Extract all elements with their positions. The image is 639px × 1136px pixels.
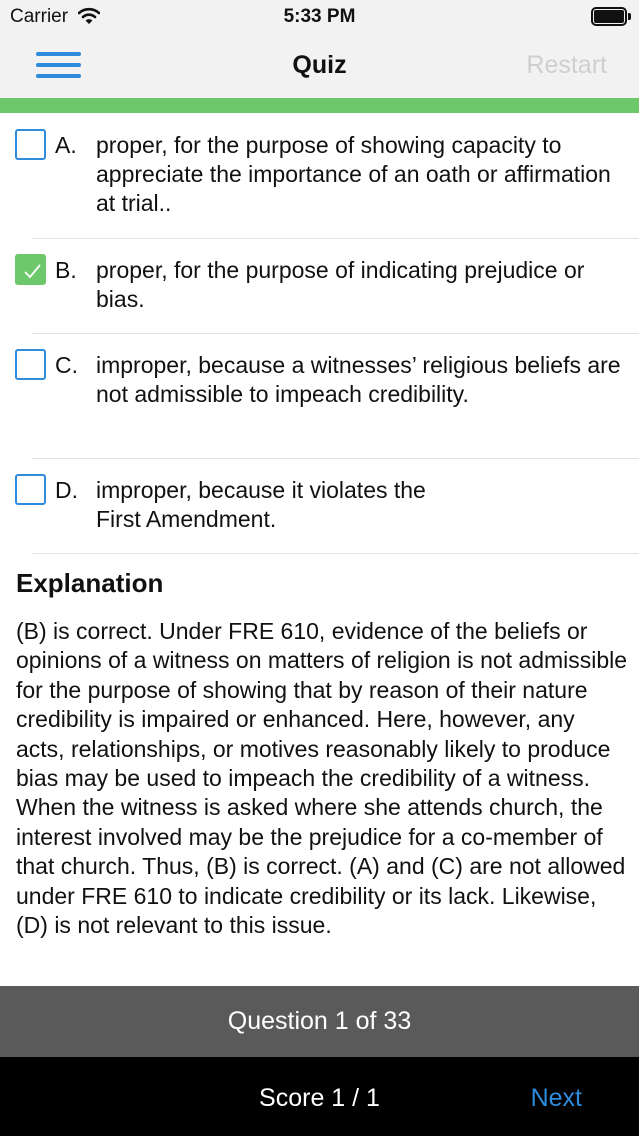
option-text: improper, because a witnesses’ religious… — [96, 352, 621, 407]
divider — [32, 238, 639, 239]
divider — [32, 458, 639, 459]
option-letter: C. — [55, 352, 78, 378]
option-text: proper, for the purpose of indicating pr… — [96, 257, 585, 312]
checkbox-a[interactable] — [15, 129, 46, 160]
status-bar: Carrier 5:33 PM — [0, 0, 639, 34]
battery-icon — [591, 7, 631, 26]
question-counter: Question 1 of 33 — [227, 1007, 412, 1035]
option-letter: A. — [55, 132, 77, 158]
navigation-bar: Quiz Restart — [0, 34, 639, 98]
checkmark-icon — [24, 264, 41, 279]
restart-button[interactable]: Restart — [526, 51, 607, 80]
option-letter: D. — [55, 477, 78, 503]
explanation-title: Explanation — [16, 568, 164, 598]
next-button[interactable]: Next — [531, 1084, 582, 1113]
divider — [32, 333, 639, 334]
option-text: improper, because it violates the First … — [96, 477, 426, 532]
option-text: proper, for the purpose of showing capac… — [96, 132, 611, 216]
checkbox-c[interactable] — [15, 349, 46, 380]
explanation-body: (B) is correct. Under FRE 610, evidence … — [16, 618, 628, 939]
checkbox-d[interactable] — [15, 474, 46, 505]
question-counter-bar: Question 1 of 33 — [0, 986, 639, 1057]
clock: 5:33 PM — [283, 6, 356, 27]
checkbox-b[interactable] — [15, 254, 46, 285]
divider — [32, 553, 639, 554]
progress-bar — [0, 98, 639, 113]
option-letter: B. — [55, 257, 77, 283]
bottom-toolbar: Score 1 / 1 Next — [0, 1057, 639, 1136]
